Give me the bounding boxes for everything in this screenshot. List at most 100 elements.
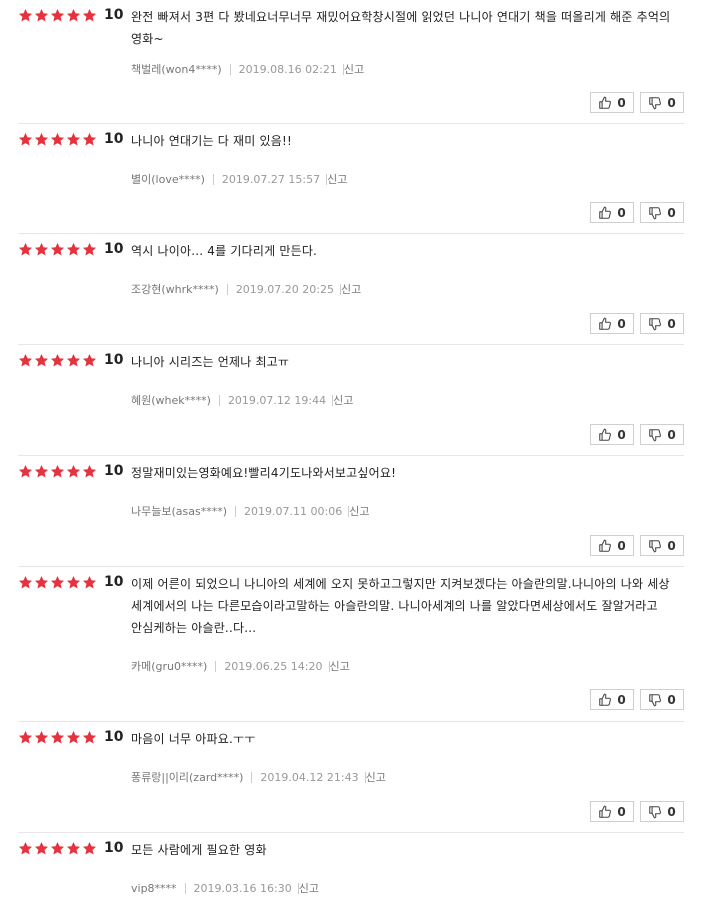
divider	[212, 173, 214, 185]
review-item: 10 모든 사람에게 필요한 영화 vip8**** 2019.03.16 16…	[18, 838, 684, 905]
star-icon	[66, 575, 82, 590]
dislike-button[interactable]: 0	[640, 313, 684, 334]
star-icon	[34, 575, 50, 590]
star-icon	[82, 242, 98, 257]
thumbs-up-icon	[598, 805, 612, 819]
report-link[interactable]: 신고	[344, 61, 364, 77]
star-icon	[18, 730, 34, 745]
review-item: 10 완전 빠져서 3편 다 봤네요너무너무 재밌어요학창시절에 읽었던 나니아…	[18, 5, 684, 124]
star-icon	[66, 841, 82, 856]
report-link[interactable]: 신고	[366, 769, 386, 785]
star-icon	[66, 132, 82, 147]
star-icon	[50, 242, 66, 257]
star-icon	[82, 132, 98, 147]
reviewer-name: 카메(gru0****)	[131, 660, 208, 673]
report-link[interactable]: 신고	[299, 880, 319, 896]
review-date: 2019.07.12 19:44	[227, 393, 327, 407]
dislike-button[interactable]: 0	[640, 801, 684, 822]
star-icon	[50, 132, 66, 147]
star-icon	[50, 841, 66, 856]
dislike-button[interactable]: 0	[640, 424, 684, 445]
star-icon	[66, 464, 82, 479]
dislike-button[interactable]: 0	[640, 202, 684, 223]
review-item: 10 나니아 연대기는 다 재미 있음!! 별이(love****) 2019.…	[18, 129, 684, 234]
divider	[229, 63, 231, 75]
like-button[interactable]: 0	[590, 689, 634, 710]
rating-score: 10	[104, 241, 124, 257]
star-rating	[18, 353, 98, 368]
rating-score: 10	[104, 840, 124, 856]
like-button[interactable]: 0	[590, 424, 634, 445]
vote-buttons: 0 0	[590, 202, 684, 223]
review-meta: 별이(love****) 2019.07.27 15:57 신고	[131, 171, 347, 187]
dislike-button[interactable]: 0	[640, 689, 684, 710]
star-rating	[18, 841, 98, 856]
review-item: 10 마음이 너무 아파요.ㅜㅜ 퐁류랑||이리(zard****) 2019.…	[18, 727, 684, 833]
report-link[interactable]: 신고	[330, 658, 350, 674]
star-icon	[50, 464, 66, 479]
thumbs-down-icon	[648, 428, 662, 442]
vote-buttons: 0 0	[590, 801, 684, 822]
review-date: 2019.07.20 20:25	[235, 282, 334, 296]
like-button[interactable]: 0	[590, 535, 634, 556]
vote-buttons: 0 0	[590, 689, 684, 710]
rating-score: 10	[104, 352, 124, 368]
review-date: 2019.08.16 02:21	[238, 62, 337, 76]
rating: 10	[18, 461, 123, 481]
like-button[interactable]: 0	[590, 92, 634, 113]
review-item: 10 이제 어른이 되었으니 나니아의 세계에 오지 못하고그렇지만 지켜보겠다…	[18, 572, 684, 722]
rating-score: 10	[104, 574, 124, 590]
report-link[interactable]: 신고	[327, 171, 347, 187]
reviewer-name: 혜원(whek****)	[131, 394, 211, 407]
star-icon	[82, 575, 98, 590]
like-button[interactable]: 0	[590, 202, 634, 223]
star-icon	[50, 8, 66, 23]
thumbs-down-icon	[648, 805, 662, 819]
star-icon	[50, 575, 66, 590]
dislike-button[interactable]: 0	[640, 92, 684, 113]
review-date: 2019.07.11 00:06	[244, 504, 343, 518]
like-count: 0	[617, 316, 626, 331]
star-icon	[18, 575, 34, 590]
star-icon	[34, 464, 50, 479]
like-button[interactable]: 0	[590, 313, 634, 334]
star-icon	[50, 353, 66, 368]
report-link[interactable]: 신고	[333, 392, 353, 408]
divider	[226, 283, 228, 295]
thumbs-up-icon	[598, 693, 612, 707]
dislike-button[interactable]: 0	[640, 535, 684, 556]
review-meta: 조강현(whrk****) 2019.07.20 20:25 신고	[131, 281, 361, 297]
star-icon	[50, 730, 66, 745]
like-count: 0	[617, 427, 626, 442]
star-icon	[34, 132, 50, 147]
like-count: 0	[617, 538, 626, 553]
dislike-count: 0	[667, 538, 676, 553]
report-link[interactable]: 신고	[341, 281, 361, 297]
dislike-count: 0	[667, 692, 676, 707]
thumbs-down-icon	[648, 539, 662, 553]
star-icon	[66, 242, 82, 257]
review-date: 2019.06.25 14:20	[224, 659, 323, 673]
dislike-count: 0	[667, 427, 676, 442]
star-icon	[18, 8, 34, 23]
report-link[interactable]: 신고	[349, 503, 369, 519]
like-count: 0	[617, 692, 626, 707]
rating: 10	[18, 129, 123, 149]
thumbs-up-icon	[598, 96, 612, 110]
review-text: 모든 사람에게 필요한 영화	[131, 843, 267, 857]
thumbs-up-icon	[598, 206, 612, 220]
star-rating	[18, 575, 98, 590]
review-text: 마음이 너무 아파요.ㅜㅜ	[131, 732, 256, 746]
review-meta: 카메(gru0****) 2019.06.25 14:20 신고	[131, 658, 350, 674]
star-rating	[18, 242, 98, 257]
review-text: 완전 빠져서 3편 다 봤네요너무너무 재밌어요학창시절에 읽었던 나니아 연대…	[131, 10, 671, 46]
review-meta: 퐁류랑||이리(zard****) 2019.04.12 21:43 신고	[131, 769, 386, 785]
review-text: 나니아 연대기는 다 재미 있음!!	[131, 134, 292, 148]
vote-buttons: 0 0	[590, 535, 684, 556]
divider	[251, 771, 253, 783]
star-icon	[18, 841, 34, 856]
like-button[interactable]: 0	[590, 801, 634, 822]
star-rating	[18, 730, 98, 745]
like-count: 0	[617, 205, 626, 220]
dislike-count: 0	[667, 316, 676, 331]
